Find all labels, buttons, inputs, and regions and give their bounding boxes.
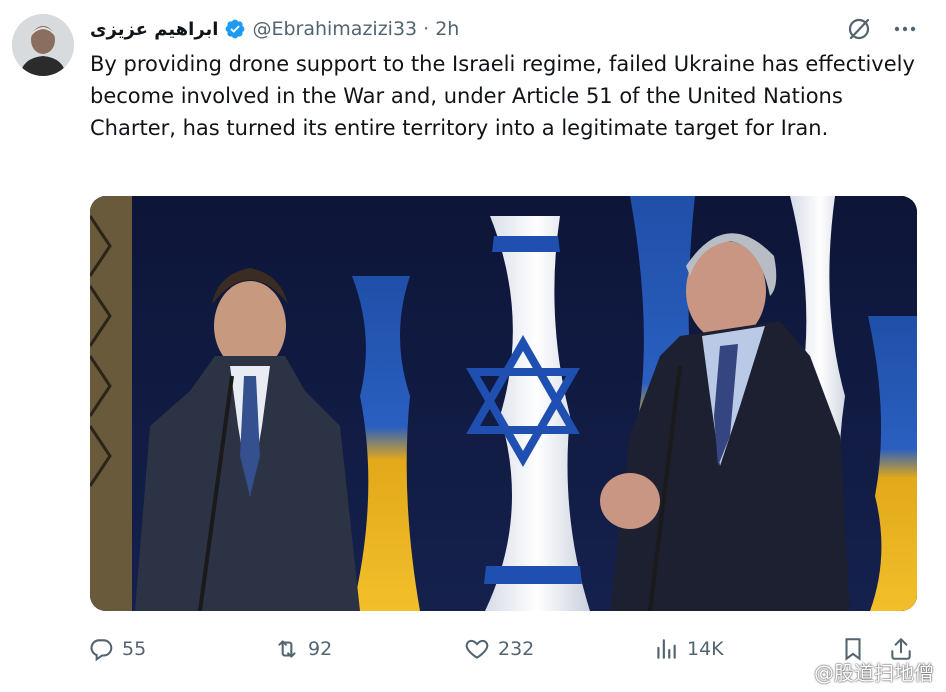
like-count: 232: [498, 638, 535, 660]
weibo-logo-icon: [780, 662, 807, 683]
watermark: @股道扫地僧: [780, 657, 934, 686]
like-button[interactable]: 232: [464, 630, 534, 668]
reply-count: 55: [122, 638, 147, 660]
timestamp[interactable]: 2h: [435, 18, 459, 40]
more-icon[interactable]: [890, 14, 920, 44]
repost-button[interactable]: 92: [274, 630, 332, 668]
tweet-top-actions: [844, 14, 920, 44]
avatar-photo: [12, 14, 74, 76]
verified-badge-icon: [226, 19, 245, 39]
tweet-text: By providing drone support to the Israel…: [90, 52, 915, 140]
repost-icon: [278, 640, 296, 658]
watermark-text: @股道扫地僧: [814, 661, 934, 685]
tweet-media-photo[interactable]: [90, 196, 917, 611]
slashed-circle-icon[interactable]: [844, 14, 874, 44]
tweet-header: ابراهیم عزیزی @Ebrahimazizi33 · 2h: [90, 14, 916, 44]
views-button[interactable]: 14K: [653, 630, 724, 668]
avatar[interactable]: [12, 14, 74, 76]
views-icon: [657, 639, 676, 659]
heart-icon: [465, 639, 489, 659]
author-handle[interactable]: @Ebrahimazizi33: [252, 18, 417, 40]
views-count: 14K: [687, 638, 724, 660]
photo-scene: [90, 196, 917, 611]
separator-dot: ·: [423, 18, 430, 40]
reply-button[interactable]: 55: [88, 630, 146, 668]
reply-icon: [90, 639, 113, 662]
repost-count: 92: [308, 638, 333, 660]
display-name[interactable]: ابراهیم عزیزی: [90, 19, 218, 40]
